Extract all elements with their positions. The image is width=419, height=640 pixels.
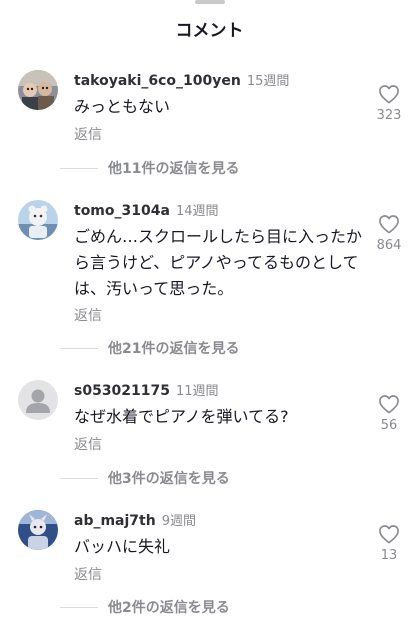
reply-button[interactable]: 返信 bbox=[74, 434, 102, 454]
reply-button[interactable]: 返信 bbox=[74, 564, 102, 584]
user-avatar[interactable] bbox=[18, 200, 58, 240]
like-button[interactable]: 323 bbox=[373, 84, 405, 123]
user-avatar[interactable] bbox=[18, 70, 58, 110]
like-button[interactable]: 864 bbox=[373, 214, 405, 253]
comment-text: ごめん…スクロールしたら目に入ったから言うけど、ピアノやってるものとしては、汚い… bbox=[74, 227, 363, 298]
like-count: 56 bbox=[380, 418, 398, 433]
like-count: 864 bbox=[376, 238, 402, 253]
reply-button[interactable]: 返信 bbox=[74, 124, 102, 144]
comment-age: 14週間 bbox=[175, 204, 219, 219]
view-replies-button[interactable]: 他3件の返信を見る bbox=[60, 468, 230, 488]
comment-meta: takoyaki_6co_100yen 15週間 bbox=[74, 70, 289, 89]
user-avatar[interactable] bbox=[18, 380, 58, 420]
divider-line bbox=[60, 606, 98, 608]
heart-outline-icon bbox=[379, 525, 399, 544]
like-button[interactable]: 13 bbox=[373, 524, 405, 563]
like-button[interactable]: 56 bbox=[373, 394, 405, 433]
comment-username[interactable]: ab_maj7th bbox=[74, 513, 156, 529]
comment-age: 11週間 bbox=[176, 384, 219, 399]
comment-meta: ab_maj7th 9週間 bbox=[74, 510, 196, 529]
view-replies-label: 他21件の返信を見る bbox=[108, 341, 240, 357]
view-replies-button[interactable]: 他2件の返信を見る bbox=[60, 597, 230, 617]
view-replies-label: 他3件の返信を見る bbox=[108, 471, 230, 487]
comment-meta: s053021175 11週間 bbox=[74, 380, 219, 399]
comments-sheet: コメント takoyaki_6co_100yen 15週間 みっともない 返信 bbox=[0, 0, 419, 640]
comment-age: 9週間 bbox=[161, 514, 196, 529]
comment-username[interactable]: s053021175 bbox=[74, 383, 170, 399]
comment-text: みっともない bbox=[74, 97, 171, 116]
like-count: 323 bbox=[376, 108, 402, 123]
default-avatar-icon bbox=[18, 380, 58, 420]
heart-outline-icon bbox=[379, 215, 399, 234]
comment-username[interactable]: tomo_3104a bbox=[74, 203, 170, 219]
comment-meta: tomo_3104a 14週間 bbox=[74, 200, 218, 219]
comment-text: バッハに失礼 bbox=[74, 537, 171, 556]
user-avatar[interactable] bbox=[18, 510, 58, 550]
comment-username[interactable]: takoyaki_6co_100yen bbox=[74, 73, 241, 89]
view-replies-label: 他2件の返信を見る bbox=[108, 600, 230, 616]
heart-outline-icon bbox=[379, 395, 399, 414]
comment-age: 15週間 bbox=[246, 74, 290, 89]
divider-line bbox=[60, 347, 98, 349]
divider-line bbox=[60, 167, 98, 169]
drag-handle[interactable] bbox=[195, 0, 225, 4]
view-replies-label: 他11件の返信を見る bbox=[108, 161, 240, 177]
comment-text: なぜ水着でピアノを弾いてる? bbox=[74, 407, 289, 426]
like-count: 13 bbox=[380, 548, 398, 563]
sheet-title: コメント bbox=[175, 21, 244, 41]
view-replies-button[interactable]: 他21件の返信を見る bbox=[60, 338, 239, 358]
reply-button[interactable]: 返信 bbox=[74, 305, 102, 325]
heart-outline-icon bbox=[379, 85, 399, 104]
divider-line bbox=[60, 477, 98, 479]
view-replies-button[interactable]: 他11件の返信を見る bbox=[60, 158, 239, 178]
